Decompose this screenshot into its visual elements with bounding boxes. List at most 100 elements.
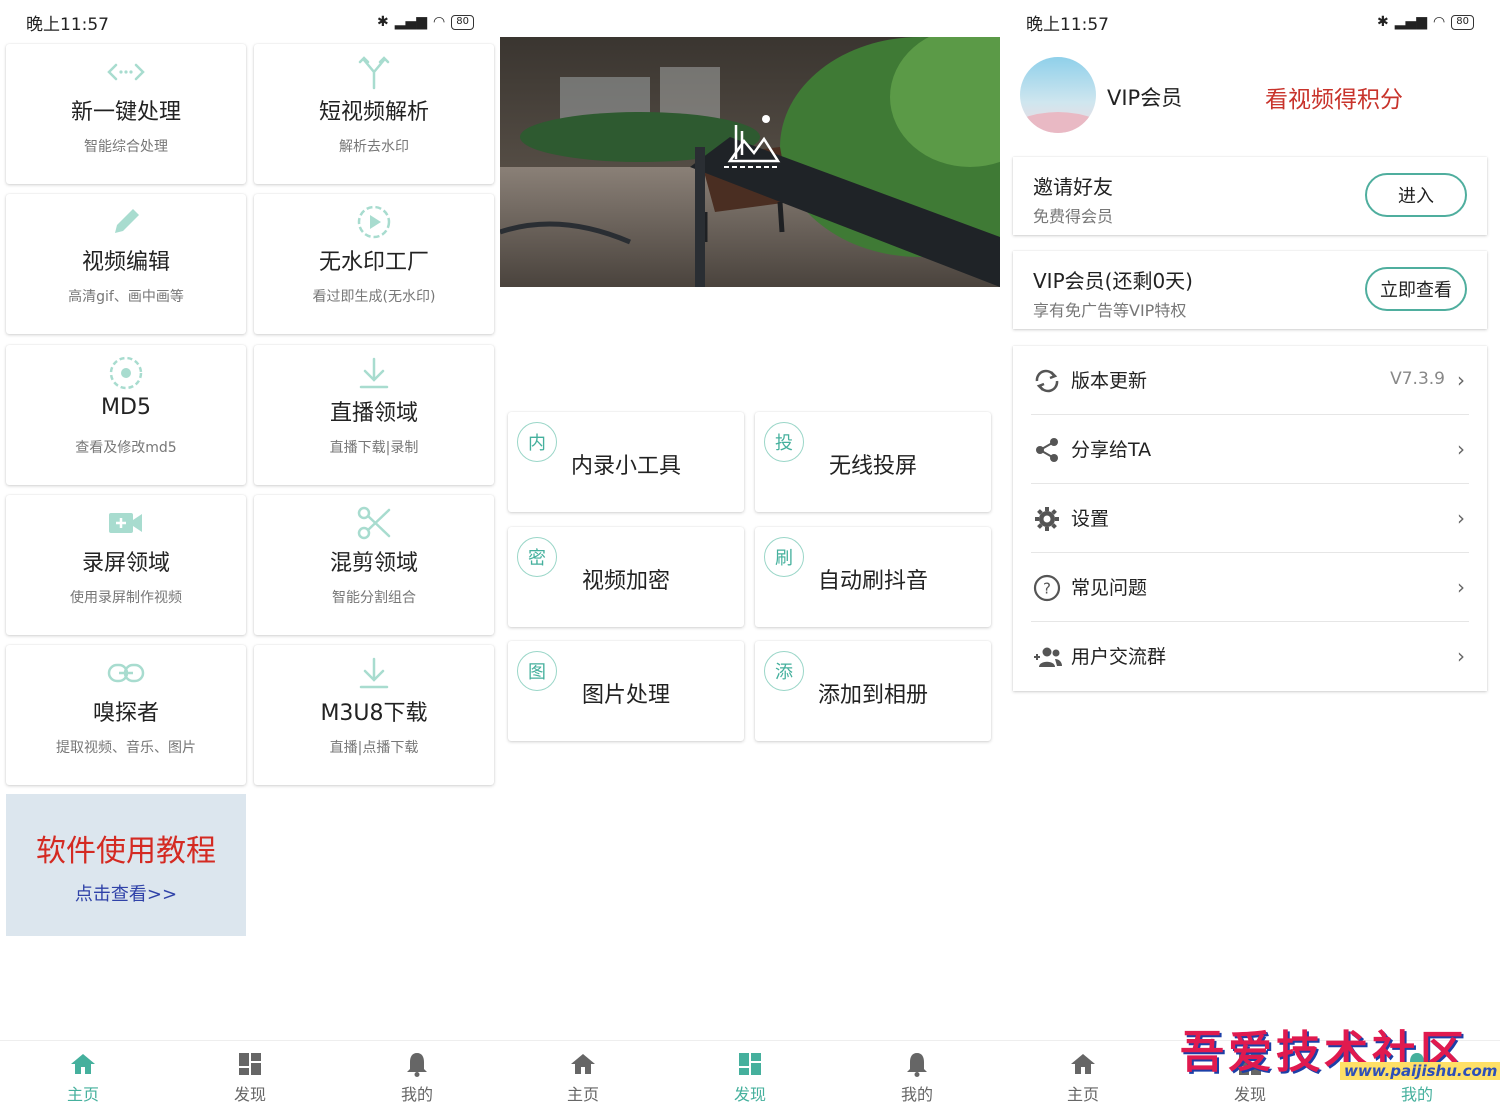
watermark-logo: 吾爱技术社区 www.paijishu.com xyxy=(1180,1016,1500,1096)
tool-auto-douyin[interactable]: 刷 自动刷抖音 xyxy=(755,527,991,627)
tool-title: 无线投屏 xyxy=(828,454,917,479)
nav-discover[interactable]: 发现 xyxy=(200,1049,300,1107)
nav-label: 主页 xyxy=(566,1085,599,1104)
watermark-url: www.paijishu.com xyxy=(1340,1062,1500,1080)
tile-subtitle: 看过即生成(无水印) xyxy=(312,289,436,305)
bell-icon xyxy=(367,1049,467,1079)
tile-video-edit[interactable]: 视频编辑 高清gif、画中画等 xyxy=(6,194,246,334)
group-add-icon xyxy=(1031,641,1063,673)
home-icon xyxy=(533,1049,633,1079)
tool-inner-record[interactable]: 内 内录小工具 xyxy=(508,412,744,512)
tile-sniffer[interactable]: 嗅探者 提取视频、音乐、图片 xyxy=(6,645,246,785)
tile-title: 录屏领域 xyxy=(81,551,170,576)
vip-card: VIP会员(还剩0天) 享有免广告等VIP特权 立即查看 xyxy=(1013,251,1487,329)
tile-subtitle: 直播|点播下载 xyxy=(329,740,419,756)
pencil-icon xyxy=(6,204,246,240)
refresh-icon xyxy=(1031,365,1063,397)
nav-label: 发现 xyxy=(233,1085,266,1104)
video-add-icon xyxy=(6,505,246,541)
tile-no-watermark-factory[interactable]: 无水印工厂 看过即生成(无水印) xyxy=(254,194,494,334)
chevron-right-icon: › xyxy=(1457,644,1465,668)
watch-video-points-link[interactable]: 看视频得积分 xyxy=(1265,80,1403,114)
scissors-icon xyxy=(254,505,494,541)
nav-home[interactable]: 主页 xyxy=(533,1049,633,1107)
svg-text:?: ? xyxy=(1043,580,1051,598)
tool-image-process[interactable]: 图 图片处理 xyxy=(508,641,744,741)
banner-image[interactable] xyxy=(500,37,1000,287)
tutorial-link[interactable]: 点击查看>> xyxy=(6,880,246,906)
nav-mine[interactable]: 我的 xyxy=(367,1049,467,1107)
battery-icon: 80 xyxy=(1451,14,1474,30)
tile-subtitle: 解析去水印 xyxy=(339,139,409,155)
tutorial-banner[interactable]: 软件使用教程 点击查看>> xyxy=(6,794,246,936)
version-value: V7.3.9 xyxy=(1390,369,1445,389)
tile-remix[interactable]: 混剪领域 智能分割组合 xyxy=(254,495,494,635)
tile-subtitle: 智能分割组合 xyxy=(332,590,416,606)
settings-menu: 版本更新 V7.3.9 › 分享给TA › 设置 › ? 常见问题 › 用户交流… xyxy=(1013,346,1487,691)
tool-title: 视频加密 xyxy=(581,569,670,594)
download-icon xyxy=(254,655,494,691)
view-now-button[interactable]: 立即查看 xyxy=(1365,267,1467,311)
tile-title: 新一键处理 xyxy=(70,100,181,125)
nav-mine[interactable]: 我的 xyxy=(867,1049,967,1107)
home-icon xyxy=(1033,1049,1133,1079)
dashboard-icon xyxy=(700,1049,800,1079)
tool-title: 自动刷抖音 xyxy=(817,569,928,594)
tool-title: 内录小工具 xyxy=(570,454,681,479)
share-icon xyxy=(1031,434,1063,466)
tool-screen-cast[interactable]: 投 无线投屏 xyxy=(755,412,991,512)
download-icon xyxy=(254,355,494,391)
tutorial-title: 软件使用教程 xyxy=(36,834,216,869)
chevron-right-icon: › xyxy=(1457,437,1465,461)
bluetooth-icon: ✱ xyxy=(377,14,389,30)
nav-home[interactable]: 主页 xyxy=(33,1049,133,1107)
avatar[interactable] xyxy=(1020,57,1096,133)
vip-card-title: VIP会员(还剩0天) xyxy=(1033,269,1193,293)
tile-subtitle: 使用录屏制作视频 xyxy=(70,590,182,606)
tile-title: M3U8下载 xyxy=(320,701,428,726)
menu-label: 用户交流群 xyxy=(1071,646,1167,668)
chevron-right-icon: › xyxy=(1457,506,1465,530)
menu-item-share[interactable]: 分享给TA › xyxy=(1031,415,1469,484)
tile-subtitle: 智能综合处理 xyxy=(84,139,168,155)
tile-one-click-process[interactable]: 新一键处理 智能综合处理 xyxy=(6,44,246,184)
status-time: 晚上11:57 xyxy=(1026,14,1109,35)
tile-screen-record[interactable]: 录屏领域 使用录屏制作视频 xyxy=(6,495,246,635)
tile-title: 直播领域 xyxy=(329,401,418,426)
signal-icon: ▂▄▆ xyxy=(1394,14,1428,30)
tile-title: 短视频解析 xyxy=(318,100,429,125)
tile-title: 无水印工厂 xyxy=(318,250,429,275)
nav-label: 主页 xyxy=(66,1085,99,1104)
invite-card: 邀请好友 免费得会员 进入 xyxy=(1013,157,1487,235)
menu-item-faq[interactable]: ? 常见问题 › xyxy=(1031,553,1469,622)
tool-add-to-album[interactable]: 添 添加到相册 xyxy=(755,641,991,741)
play-circle-icon xyxy=(254,204,494,240)
tile-subtitle: 提取视频、音乐、图片 xyxy=(56,740,196,756)
wifi-icon: ◠ xyxy=(1433,14,1446,30)
tile-title: 视频编辑 xyxy=(81,250,170,275)
tile-title: 混剪领域 xyxy=(329,551,418,576)
menu-label: 分享给TA xyxy=(1071,439,1152,461)
mine-screen: 晚上11:57 ✱ ▂▄▆ ◠ 80 VIP会员 看视频得积分 邀请好友 免费得… xyxy=(1000,0,1500,1111)
nav-label: 我的 xyxy=(900,1085,933,1104)
enter-button[interactable]: 进入 xyxy=(1365,173,1467,217)
home-screen: 晚上11:57 ✱ ▂▄▆ ◠ 80 新一键处理 智能综合处理 短视频解析 解析… xyxy=(0,0,500,1111)
battery-icon: 80 xyxy=(451,14,474,30)
code-arrows-icon xyxy=(6,54,246,90)
tile-md5[interactable]: MD5 查看及修改md5 xyxy=(6,345,246,485)
nav-discover[interactable]: 发现 xyxy=(700,1049,800,1107)
nav-home[interactable]: 主页 xyxy=(1033,1049,1133,1107)
menu-item-version-update[interactable]: 版本更新 V7.3.9 › xyxy=(1031,346,1469,415)
wifi-icon: ◠ xyxy=(433,14,446,30)
tile-live-stream[interactable]: 直播领域 直播下载|录制 xyxy=(254,345,494,485)
status-bar: 晚上11:57 ✱ ▂▄▆ ◠ 80 xyxy=(0,0,500,44)
menu-item-user-group[interactable]: 用户交流群 › xyxy=(1031,622,1469,691)
tile-title: MD5 xyxy=(101,395,151,420)
nav-label: 发现 xyxy=(733,1085,766,1104)
link-icon xyxy=(6,655,246,691)
tool-video-encrypt[interactable]: 密 视频加密 xyxy=(508,527,744,627)
vip-label: VIP会员 xyxy=(1107,86,1183,110)
tile-m3u8-download[interactable]: M3U8下载 直播|点播下载 xyxy=(254,645,494,785)
menu-item-settings[interactable]: 设置 › xyxy=(1031,484,1469,553)
tile-short-video-parse[interactable]: 短视频解析 解析去水印 xyxy=(254,44,494,184)
